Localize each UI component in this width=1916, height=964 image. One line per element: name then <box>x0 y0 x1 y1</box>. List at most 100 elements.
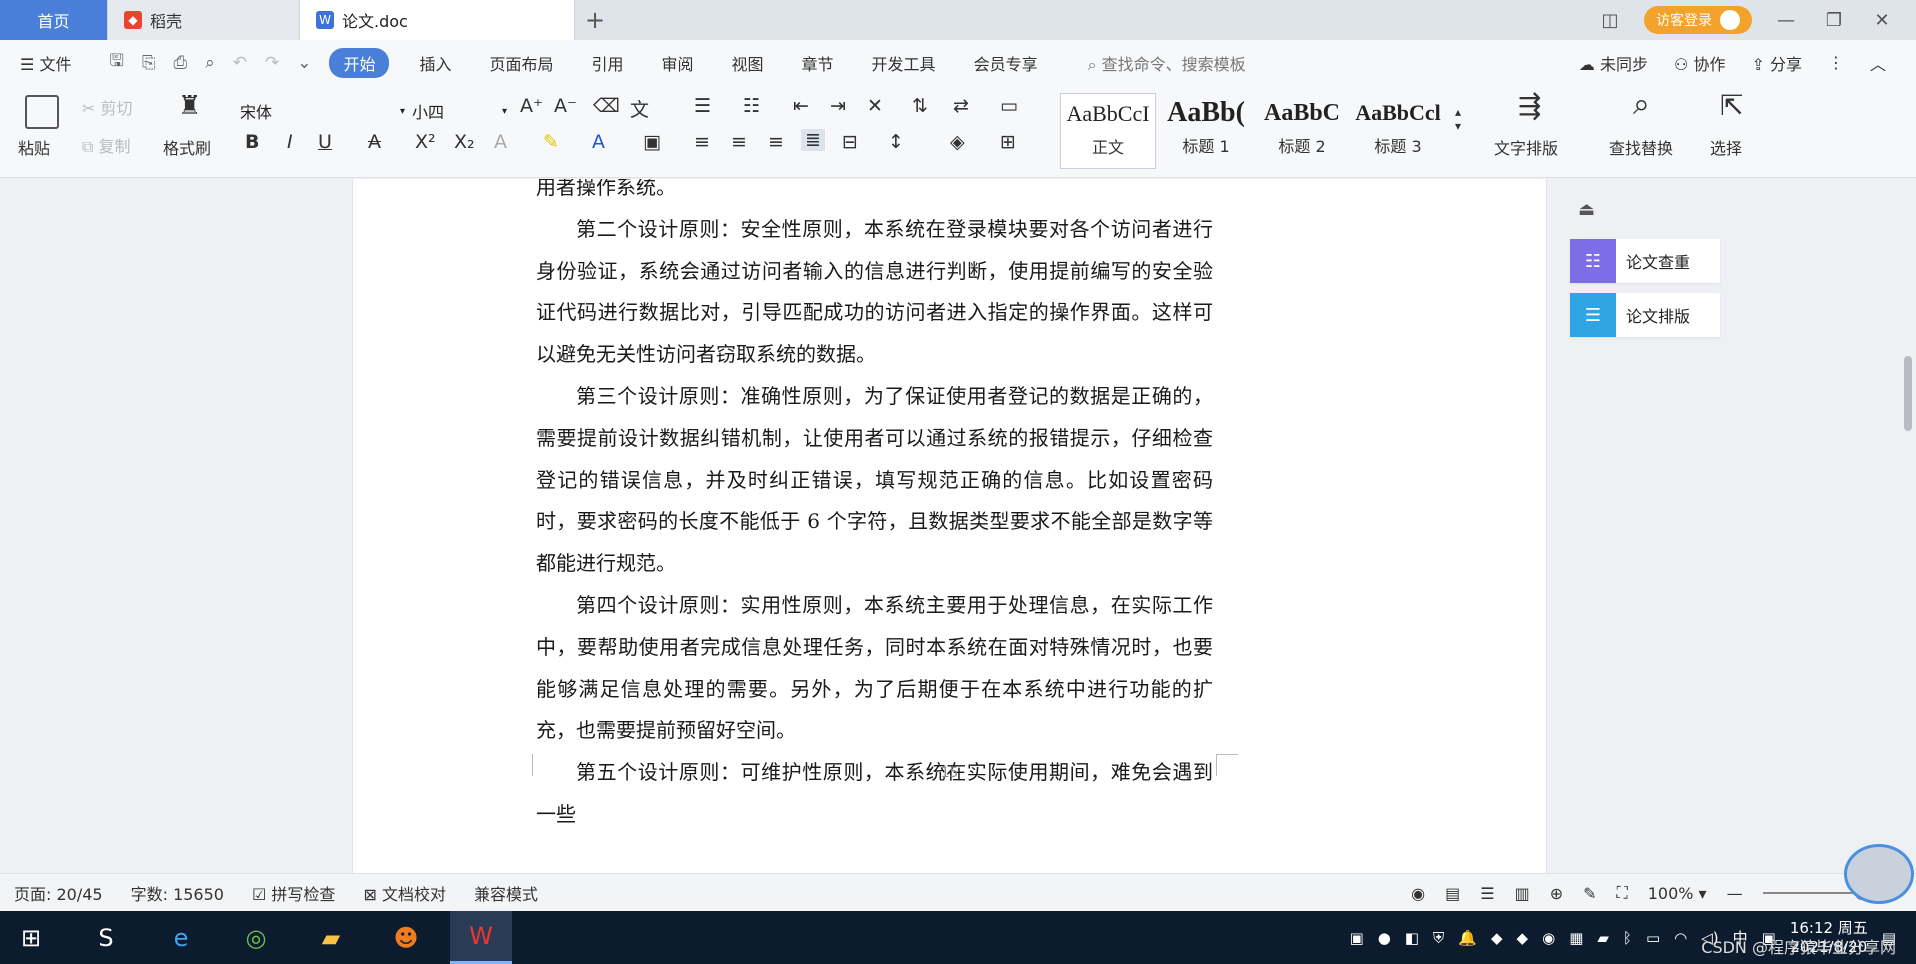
tray-app-icon[interactable]: ▦ <box>1569 929 1583 947</box>
more-icon[interactable]: ⋮ <box>1828 53 1844 72</box>
scroll-thumb[interactable] <box>1904 356 1912 431</box>
shading-icon[interactable]: ◈ <box>950 131 965 153</box>
wps-app-icon[interactable]: W <box>450 911 512 964</box>
web-view-icon[interactable]: ⊕ <box>1550 884 1563 903</box>
format-painter-icon[interactable]: ♜ <box>178 91 201 121</box>
style-normal[interactable]: AaBbCcI 正文 <box>1060 93 1156 169</box>
page-view-icon[interactable]: ▤ <box>1445 884 1460 903</box>
outline-view-icon[interactable]: ☰ <box>1480 884 1494 903</box>
collapse-ribbon-icon[interactable]: ︿ <box>1870 51 1886 75</box>
wifi-icon[interactable]: ◠ <box>1674 929 1687 947</box>
floating-assistant-avatar[interactable] <box>1844 844 1914 904</box>
notification-bell-icon[interactable]: 🔔 <box>1458 929 1477 947</box>
tray-app-icon[interactable]: ◧ <box>1405 929 1419 947</box>
shrink-font-icon[interactable]: A⁻ <box>554 95 577 117</box>
tray-app-icon[interactable]: ◆ <box>1517 929 1529 947</box>
menu-references[interactable]: 引用 <box>591 51 623 75</box>
collapse-panel-icon[interactable]: ⏏ <box>1570 199 1610 229</box>
paragraph[interactable]: 第三个设计原则：准确性原则，为了保证使用者登记的数据是正确的，需要提前设计数据纠… <box>536 376 1213 585</box>
paragraph[interactable]: 第二个设计原则：安全性原则，本系统在登录模块要对各个访问者进行身份验证，系统会通… <box>536 209 1213 376</box>
pinyin-icon[interactable]: 文 <box>630 95 649 122</box>
paste-button[interactable]: 粘贴 <box>18 135 50 159</box>
redo-icon[interactable]: ↷ <box>265 53 279 73</box>
superscript-icon[interactable]: X² <box>415 131 436 153</box>
format-painter-button[interactable]: 格式刷 <box>163 135 211 159</box>
italic-icon[interactable]: I <box>287 131 293 153</box>
tray-app-icon[interactable]: ◉ <box>1542 929 1555 947</box>
grow-font-icon[interactable]: A⁺ <box>520 95 543 117</box>
char-border-icon[interactable]: ▣ <box>643 131 661 153</box>
line-spacing-icon[interactable]: ↕ <box>888 131 904 153</box>
decrease-indent-icon[interactable]: ⇤ <box>793 95 809 117</box>
word-count[interactable]: 字数: 15650 <box>131 881 224 905</box>
style-heading-2[interactable]: AaBbC 标题 2 <box>1254 93 1350 169</box>
chinese-layout-icon[interactable]: ✕ <box>867 95 883 117</box>
nvidia-icon[interactable]: ▰ <box>1597 929 1609 947</box>
customize-dropdown-icon[interactable]: ⌄ <box>297 53 311 73</box>
justify-icon[interactable]: ≣ <box>801 129 825 151</box>
align-left-icon[interactable]: ≡ <box>694 131 710 153</box>
bullet-list-icon[interactable]: ☰ <box>694 95 711 117</box>
tray-app-icon[interactable]: ● <box>1378 929 1391 947</box>
font-color-icon[interactable]: A <box>592 131 605 153</box>
borders-icon[interactable]: ⊞ <box>1000 131 1016 153</box>
start-menu-icon[interactable]: ⊞ <box>0 911 62 964</box>
restore-icon[interactable]: ❐ <box>1820 10 1848 31</box>
command-search[interactable]: ⌕ 查找命令、搜索模板 <box>1088 51 1246 75</box>
ie-browser-icon[interactable]: e <box>150 911 212 964</box>
layout-icon[interactable]: ◫ <box>1596 10 1624 31</box>
align-center-icon[interactable]: ≡ <box>731 131 747 153</box>
sogou-app-icon[interactable]: S <box>75 911 137 964</box>
zoom-out-icon[interactable]: — <box>1727 884 1743 903</box>
read-view-icon[interactable]: ▥ <box>1515 884 1530 903</box>
tab-home[interactable]: 首页 <box>0 0 108 40</box>
text-layout-button[interactable]: 文字排版 <box>1494 135 1558 159</box>
underline-icon[interactable]: U <box>318 131 332 153</box>
sync-status[interactable]: ☁ 未同步 <box>1579 51 1648 75</box>
paper-format-button[interactable]: ☰ 论文排版 <box>1570 293 1720 337</box>
document-body[interactable]: 用者操作系统。 第二个设计原则：安全性原则，本系统在登录模块要对各个访问者进行身… <box>536 179 1213 836</box>
save-icon[interactable]: 🖫 <box>109 48 123 77</box>
styles-more-icon[interactable]: ▴ ▾ <box>1455 105 1461 133</box>
proofread-button[interactable]: ⊠ 文档校对 <box>363 881 446 905</box>
bluetooth-icon[interactable]: ᛒ <box>1623 929 1632 947</box>
paste-icon[interactable] <box>25 95 59 129</box>
select-button[interactable]: 选择 <box>1710 135 1742 159</box>
distributed-icon[interactable]: ⊟ <box>842 131 858 153</box>
ruler-icon[interactable]: ▭ <box>1000 95 1018 117</box>
minimize-icon[interactable]: — <box>1772 10 1800 31</box>
collaborate-button[interactable]: ⚇ 协作 <box>1674 51 1725 75</box>
tab-document[interactable]: W 论文.doc <box>300 0 575 40</box>
spell-check-button[interactable]: ☑ 拼写检查 <box>252 881 335 905</box>
tray-app-icon[interactable]: ▣ <box>1350 929 1364 947</box>
menu-view[interactable]: 视图 <box>732 51 764 75</box>
print-preview-icon[interactable]: ⌕ <box>205 53 215 73</box>
subscript-icon[interactable]: X₂ <box>454 131 475 153</box>
paper-check-button[interactable]: ☷ 论文查重 <box>1570 239 1720 283</box>
font-name-select[interactable]: 宋体 ▾ <box>240 97 405 125</box>
sort-icon[interactable]: ⇅ <box>912 95 928 117</box>
write-view-icon[interactable]: ✎ <box>1583 884 1596 903</box>
cut-button[interactable]: ✂ 剪切 <box>82 95 133 119</box>
zoom-slider[interactable] <box>1762 886 1869 900</box>
select-cursor-icon[interactable]: ⇱ <box>1720 89 1743 122</box>
find-replace-icon[interactable]: ⌕ <box>1633 87 1650 122</box>
menu-chapter[interactable]: 章节 <box>802 51 834 75</box>
game-app-icon[interactable]: ☻ <box>375 911 437 964</box>
clear-format-icon[interactable]: ⌫ <box>593 95 620 117</box>
tray-app-icon[interactable]: ◆ <box>1491 929 1503 947</box>
browser-app-icon[interactable]: ◎ <box>225 911 287 964</box>
page-indicator[interactable]: 页面: 20/45 <box>14 881 103 905</box>
numbered-list-icon[interactable]: ☷ <box>743 95 760 117</box>
copy-button[interactable]: ⧉ 复制 <box>82 133 131 157</box>
vertical-scrollbar[interactable] <box>1898 179 1916 873</box>
text-layout-icon[interactable]: ⇶ <box>1518 89 1541 122</box>
align-right-icon[interactable]: ≡ <box>768 131 784 153</box>
paragraph-fragment[interactable]: 用者操作系统。 <box>536 179 1213 209</box>
eye-protection-icon[interactable]: ◉ <box>1411 884 1425 903</box>
find-replace-button[interactable]: 查找替换 <box>1609 135 1673 159</box>
menu-review[interactable]: 审阅 <box>662 51 694 75</box>
login-button[interactable]: 访客登录 <box>1644 6 1752 34</box>
menu-insert[interactable]: 插入 <box>419 51 451 75</box>
undo-icon[interactable]: ↶ <box>233 53 247 73</box>
